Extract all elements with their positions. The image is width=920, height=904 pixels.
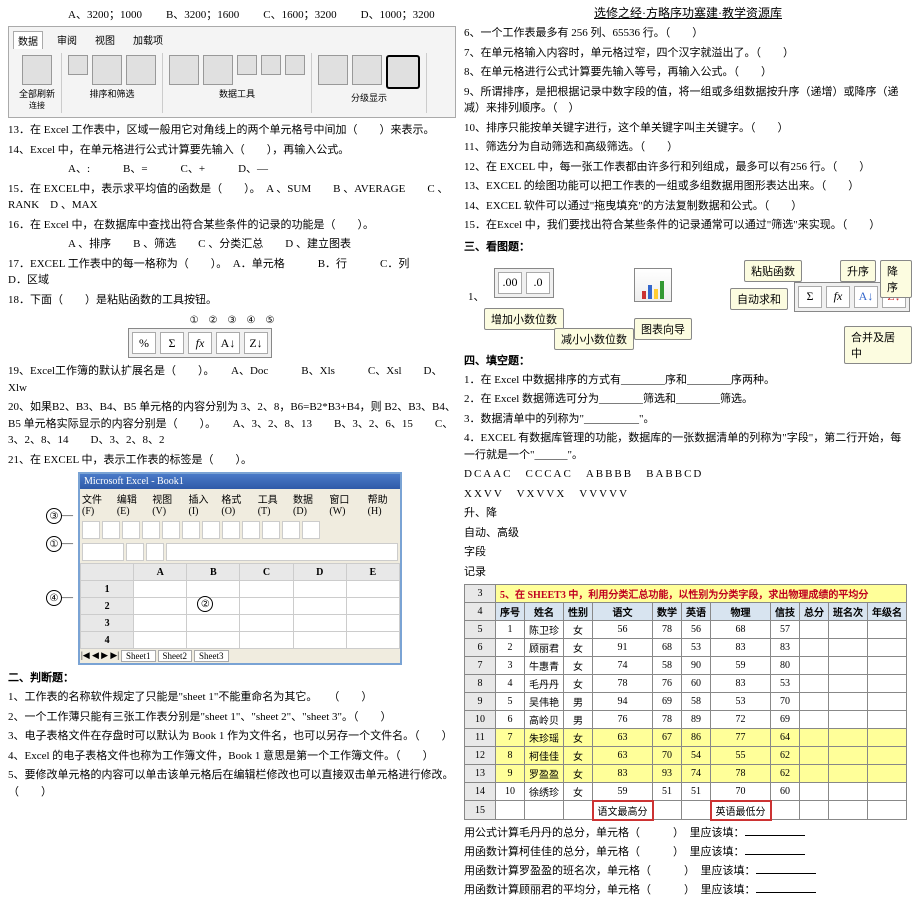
section-judge: 二、判断题： (8, 669, 456, 685)
r14: 14、EXCEL 软件可以通过"拖曳填充"的方法复制数据和公式。（ ） (464, 198, 912, 215)
group-icon (318, 55, 348, 85)
titlebar: Microsoft Excel - Book1 (80, 474, 400, 489)
opt-c: C、1600；3200 (263, 6, 336, 22)
q21: 21、在 EXCEL 中，表示工作表的标签是（ ）。 (8, 452, 456, 469)
sort-desc-icon: Z↓ (244, 332, 268, 354)
sigma-icon: Σ (798, 286, 822, 308)
q18: 18．下面（ ）是粘贴函数的工具按钮。 (8, 292, 456, 309)
scores-table: 35、在 SHEET3 中，利用分类汇总功能，以性别为分类字段，求出物理成绩的平… (464, 584, 907, 821)
sort-icon (92, 55, 122, 85)
r8: 8、在单元格进行公式计算要先输入等号，再输入公式。（ ） (464, 64, 912, 81)
q13: 13．在 Excel 工作表中，区域一般用它对角线上的两个单元格号中间加（ ）来… (8, 122, 456, 139)
fill-2: 用函数计算柯佳佳的总分，单元格（ ） 里应该填： (464, 843, 912, 859)
callout-inc: 增加小数位数 (484, 308, 564, 330)
j5: 5、要修改单元格的内容可以单击该单元格后在编辑栏修改也可以直接双击单元格进行修改… (8, 767, 456, 800)
j3: 3、电子表格文件在存盘时可以默认为 Book 1 作为文件名，也可以另存一个文件… (8, 728, 456, 745)
q16-opts: A 、排序 B 、筛选 C 、分类汇总 D 、建立图表 (68, 236, 456, 253)
callout-chart: 图表向导 (634, 318, 692, 340)
group-sort: 排序和筛选 (62, 53, 163, 113)
group-connections: 全部刷新 连接 (13, 53, 62, 113)
q19: 19、Excel工作簿的默认扩展名是（ ）。 A、Doc B、Xls C、Xsl… (8, 363, 456, 396)
r11: 11、筛选分为自动筛选和高级筛选。（ ） (464, 139, 912, 156)
answers-5: 字段 (464, 544, 912, 561)
j4: 4、Excel 的电子表格文件也称为工作簿文件，Book 1 意思是第一个工作簿… (8, 748, 456, 765)
fill-1: 用公式计算毛丹丹的总分，单元格（ ） 里应该填： (464, 824, 912, 840)
answers-4: 自动、高级 (464, 525, 912, 542)
q14: 14、Excel 中，在单元格进行公式计算要先输入（ ），再输入公式。 (8, 142, 456, 159)
answers-1: DCAAC CCCAC ABBBB BABBCD (464, 466, 912, 483)
f4: 4．EXCEL 有数据库管理的功能，数据库的一张数据清单的列称为"字段"，第二行… (464, 430, 912, 463)
tab-view: 视图 (91, 31, 119, 49)
tab-data: 数据 (13, 31, 43, 49)
q14-opts: A、: B、= C、+ D、— (68, 161, 456, 178)
sigma-icon: Σ (160, 332, 184, 354)
dedup-icon (203, 55, 233, 85)
r7: 7、在单元格输入内容时，单元格过窄，四个汉字就溢出了。（ ） (464, 45, 912, 62)
r13: 13、EXCEL 的绘图功能可以把工作表的一组或多组数据用图形表达出来。（ ） (464, 178, 912, 195)
q17: 17．EXCEL 工作表中的每一格称为（ ）。 A．单元格 B．行 C．列 D．… (8, 256, 456, 289)
tab-review: 审阅 (53, 31, 81, 49)
j1: 1、工作表的名称软件规定了只能是"sheet 1"不能重命名为其它。 （ ） (8, 689, 456, 706)
opt-d: D、1000；3200 (361, 6, 435, 22)
toolbar-image: % Σ fx A↓ Z↓ (128, 328, 272, 358)
fill-3: 用函数计算罗盈盈的班名次，单元格（ ） 里应该填： (464, 862, 912, 878)
asc-icon: A↓ (854, 286, 878, 308)
ungroup-icon (352, 55, 382, 85)
excel-ribbon: 数据 审阅 视图 加载项 全部刷新 连接 排序和筛选 (8, 26, 456, 118)
refresh-icon (22, 55, 52, 85)
answers-2: XXVV VXVVX VVVVV (464, 486, 912, 503)
doc-title: 选修之经·方略序功塞建·教学资源库 (464, 4, 912, 21)
callout-dec: 减小小数位数 (554, 328, 634, 350)
answers-6: 记录 (464, 564, 912, 581)
r9: 9、所谓排序，是把根据记录中数字段的值，将一组或多组数据按升序（递增）或降序（递… (464, 84, 912, 117)
answers-3: 升、降 (464, 505, 912, 522)
section-3: 三、看图题： (464, 238, 912, 254)
r6: 6、一个工作表最多有 256 列、65536 行。（ ） (464, 25, 912, 42)
subtotal-icon (386, 55, 420, 89)
sort-asc-icon: A↓ (216, 332, 240, 354)
group-outline: 分级显示 (312, 53, 427, 113)
chart-wizard-icon (634, 268, 672, 302)
q15: 15．在 EXCEL中，表示求平均值的函数是（ ）。 A 、SUM B 、AVE… (8, 181, 456, 214)
f3: 3．数据清单中的列称为"__________"。 (464, 411, 912, 428)
excel-window: Microsoft Excel - Book1 文件(F)编辑(E)视图(V)插… (78, 472, 402, 665)
j2: 2、一个工作薄只能有三张工作表分别是"sheet 1"、"sheet 2"、"s… (8, 709, 456, 726)
percent-icon: % (132, 332, 156, 354)
pointer-4: ④ (46, 590, 62, 606)
worksheet-grid: ABCDE 1 2② 3 4 (80, 563, 400, 649)
tab-addin: 加载项 (129, 31, 167, 49)
callout-paste: 粘贴函数 (744, 260, 802, 282)
callout-merge: 合并及居中 (844, 326, 912, 364)
callout-desc: 降序 (880, 260, 912, 298)
callout-diagram: 1、 .00.0 增加小数位数 减小小数位数 图表向导 粘贴函数 自动求和 Σf… (464, 258, 912, 348)
inc-dec-icon: .00 (498, 272, 522, 294)
pointer-1: ① (46, 536, 62, 552)
pointer-3: ③ (46, 508, 62, 524)
fill-4: 用函数计算顾丽君的平均分，单元格（ ） 里应该填： (464, 881, 912, 897)
callout-asc: 升序 (840, 260, 876, 282)
fx-icon: fx (826, 286, 850, 308)
sheet-tabs: |◀ ◀ ▶ ▶| Sheet1Sheet2Sheet3 (80, 649, 400, 663)
split-icon (169, 55, 199, 85)
whatif-icon (285, 55, 305, 75)
f2: 2．在 Excel 数据筛选可分为________筛选和________筛选。 (464, 391, 912, 408)
q20: 20、如果B2、B3、B4、B5 单元格的内容分别为 3、2、8，B6=B2*B… (8, 399, 456, 449)
opt-a: A、3200；1000 (68, 6, 142, 22)
dec-dec-icon: .0 (526, 272, 550, 294)
merge-icon (261, 55, 281, 75)
f1: 1．在 Excel 中数据排序的方式有________序和________序两种… (464, 372, 912, 389)
q16: 16．在 Excel 中，在数据库中查找出符合某些条件的记录的功能是（ ）。 (8, 217, 456, 234)
menubar: 文件(F)编辑(E)视图(V)插入(I)格式(O)工具(T)数据(D)窗口(W)… (80, 489, 400, 519)
sort-asc-icon (68, 55, 88, 75)
r15: 15．在Excel 中，我们要找出符合某些条件的记录通常可以通过"筛选"来实现。… (464, 217, 912, 234)
callout-sum: 自动求和 (730, 288, 788, 310)
group-tools: 数据工具 (163, 53, 312, 113)
fx-icon: fx (188, 332, 212, 354)
r10: 10、排序只能按单关键字进行，这个单关键字叫主关键字。（ ） (464, 120, 912, 137)
valid-icon (237, 55, 257, 75)
opt-b: B、3200；1600 (166, 6, 239, 22)
filter-icon (126, 55, 156, 85)
r12: 12、在 EXCEL 中，每一张工作表都由许多行和列组成，最多可以有256 行。… (464, 159, 912, 176)
